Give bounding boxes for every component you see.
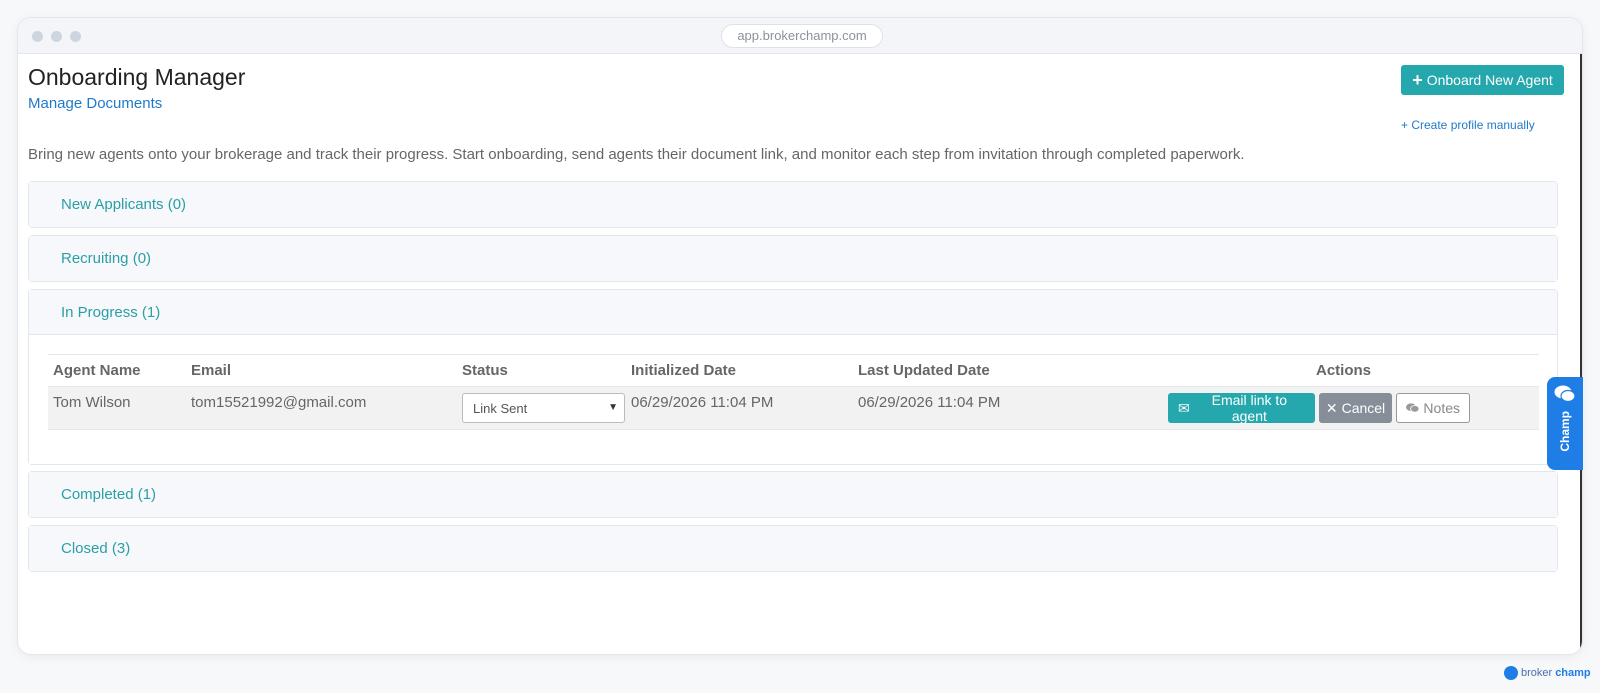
table-row: Tom Wilson tom15521992@gmail.com Link Se… [48,386,1539,430]
brand-name-champ: champ [1555,667,1591,679]
section-header-completed[interactable]: Completed (1) [29,472,1557,517]
page-title: Onboarding Manager [28,64,246,90]
section-header-in-progress[interactable]: In Progress (1) [29,290,1557,335]
page-description: Bring new agents onto your brokerage and… [28,146,1245,163]
column-header-email[interactable]: Email [186,354,457,387]
envelope-icon: ✉ [1178,399,1190,416]
notes-label: Notes [1423,400,1460,416]
window-dot-icon[interactable] [32,31,43,42]
comments-icon [1406,403,1420,413]
section-header-new-applicants[interactable]: New Applicants (0) [29,182,1557,227]
row-actions: ✉ Email link to agent ✕ Cancel Notes [1148,392,1539,424]
agent-email-cell: tom15521992@gmail.com [186,386,457,430]
plus-icon: + [1412,70,1423,90]
address-bar[interactable]: app.brokerchamp.com [721,24,883,48]
brand-mark-icon [1504,666,1518,680]
section-in-progress: In Progress (1) Agent Name Email Status … [28,289,1558,465]
browser-window: app.brokerchamp.com Onboarding Manager M… [17,17,1583,655]
status-cell: Link Sent ▼ [457,386,626,430]
section-recruiting: Recruiting (0) [28,235,1558,282]
chevron-down-icon: ▼ [608,402,618,413]
brand-logo: broker champ [1504,666,1591,680]
section-closed: Closed (3) [28,525,1558,572]
create-profile-manually-link[interactable]: + Create profile manually [1401,118,1535,132]
cancel-label: Cancel [1341,400,1386,416]
in-progress-body: Agent Name Email Status Initialized Date… [29,335,1557,464]
table-header-row: Agent Name Email Status Initialized Date… [48,354,1539,387]
manage-documents-link[interactable]: Manage Documents [28,95,162,112]
column-header-agent-name[interactable]: Agent Name [48,354,186,387]
brand-name-broker: broker [1521,667,1553,679]
column-header-status[interactable]: Status [457,354,626,387]
status-select[interactable]: Link Sent ▼ [462,393,625,423]
notes-button[interactable]: Notes [1396,393,1470,423]
email-link-label: Email link to agent [1211,392,1288,424]
page-content: Onboarding Manager Manage Documents + On… [18,54,1582,654]
onboard-new-agent-button[interactable]: + Onboard New Agent [1401,65,1564,95]
champ-chat-tab[interactable]: Champ [1547,377,1583,470]
scrollbar[interactable] [1580,54,1582,654]
section-header-recruiting[interactable]: Recruiting (0) [29,236,1557,281]
email-link-button[interactable]: ✉ Email link to agent [1168,392,1315,424]
section-completed: Completed (1) [28,471,1558,518]
column-header-actions: Actions [1143,354,1539,387]
close-icon: ✕ [1325,399,1338,416]
actions-cell: ✉ Email link to agent ✕ Cancel Notes [1143,386,1539,430]
window-dot-icon[interactable] [51,31,62,42]
agent-name-cell: Tom Wilson [48,386,186,430]
column-header-last-updated-date[interactable]: Last Updated Date [853,354,1143,387]
window-controls [32,31,81,42]
agents-table: Agent Name Email Status Initialized Date… [48,354,1539,430]
last-updated-date-cell: 06/29/2026 11:04 PM [853,386,1143,430]
section-header-closed[interactable]: Closed (3) [29,526,1557,571]
cancel-button[interactable]: ✕ Cancel [1319,393,1392,423]
browser-chrome: app.brokerchamp.com [18,18,1582,54]
window-dot-icon[interactable] [70,31,81,42]
onboard-button-label: Onboard New Agent [1426,72,1553,88]
section-new-applicants: New Applicants (0) [28,181,1558,228]
column-header-initialized-date[interactable]: Initialized Date [626,354,853,387]
initialized-date-cell: 06/29/2026 11:04 PM [626,386,853,430]
chat-icon [1554,385,1576,403]
status-selected-value: Link Sent [473,400,528,416]
champ-label: Champ [1558,411,1572,452]
